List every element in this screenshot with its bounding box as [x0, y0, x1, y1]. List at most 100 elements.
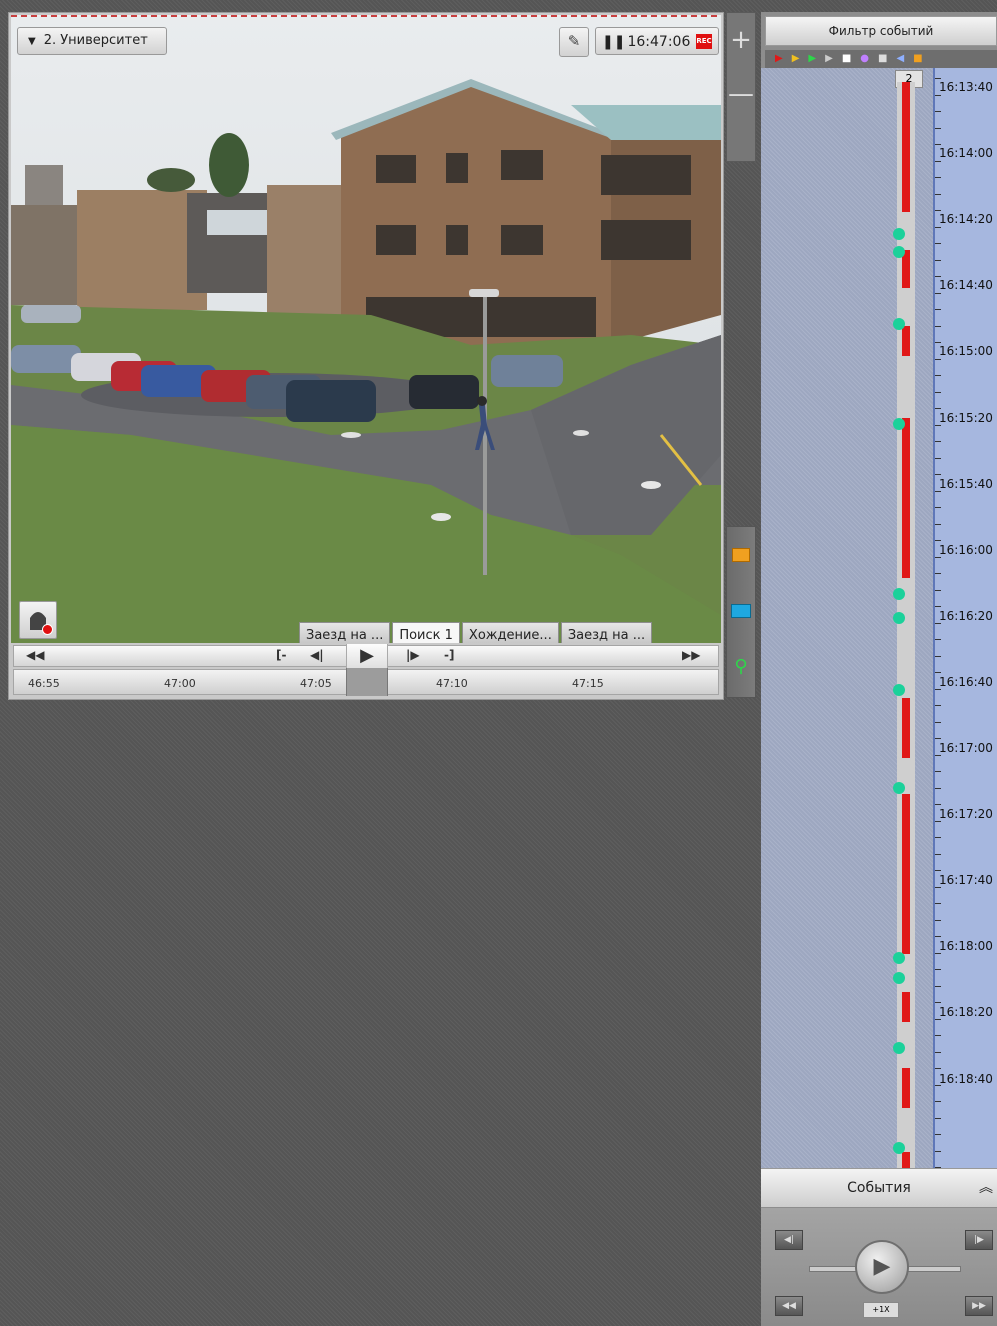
time-label: 16:18:20 [939, 1005, 993, 1020]
zoom-out-button[interactable]: — [727, 67, 755, 121]
time-tick [935, 325, 941, 327]
event-marker[interactable] [893, 612, 905, 624]
mark-end-button[interactable]: -] [444, 648, 454, 662]
time-tick [935, 721, 941, 723]
time-label: 16:14:20 [939, 212, 993, 227]
time-tick [935, 193, 941, 195]
tab-item[interactable]: Заезд на ... [560, 622, 653, 643]
recording-segment [902, 1152, 910, 1168]
recording-track[interactable] [893, 82, 915, 1168]
next-frame-button[interactable]: |▶ [406, 648, 420, 662]
prev-event-button[interactable]: ◀| [775, 1230, 803, 1250]
event-filter-icons: ▶▶▶▶■●■◀■ [765, 50, 997, 68]
time-label: 16:18:40 [939, 1071, 993, 1086]
time-tick [935, 127, 941, 129]
time-tick [935, 952, 941, 954]
time-tick [935, 903, 941, 904]
events-header[interactable]: События ︽ [761, 1168, 997, 1207]
time-tick [935, 424, 941, 426]
time-label: 16:14:00 [939, 146, 993, 161]
filter-user-icon[interactable]: ● [860, 53, 878, 64]
snapshot-button[interactable]: ✎ [559, 27, 589, 57]
time-tick [935, 1117, 941, 1119]
filter-orange-icon[interactable]: ■ [913, 53, 931, 64]
event-marker[interactable] [893, 1042, 905, 1054]
recording-segment [902, 82, 910, 212]
recording-segment [902, 1068, 910, 1108]
video-frame[interactable]: ▼ 2. Университет ✎ ❚❚ 16:47:06 REC Заезд н… [11, 15, 721, 643]
monitor-icon [732, 548, 750, 562]
time-cursor[interactable] [346, 668, 388, 696]
time-label: 16:17:40 [939, 873, 993, 888]
time-tick [935, 985, 941, 987]
event-marker[interactable] [893, 684, 905, 696]
filter-green-icon[interactable]: ▶ [808, 53, 825, 64]
time-tick [935, 226, 941, 228]
time-tick [935, 358, 941, 360]
search-tabs: Заезд на ... Поиск 1 Хождение... Заезд н… [299, 622, 654, 643]
rewind-event-button[interactable]: ◀◀ [775, 1296, 803, 1316]
filter-red-icon[interactable]: ▶ [775, 53, 792, 64]
time-tick [935, 606, 941, 607]
filter-audio-icon[interactable]: ◀ [896, 53, 913, 64]
events-timeline[interactable]: 2 16:13:40 16:14:00 16:14:20 16:14:40 16… [761, 68, 997, 1168]
filter-yellow-icon[interactable]: ▶ [792, 53, 809, 64]
time-tick [935, 391, 941, 393]
time-tick [935, 804, 941, 805]
filter-gray-icon[interactable]: ▶ [825, 53, 842, 64]
tab-item[interactable]: Заезд на ... [299, 622, 391, 643]
collapse-chevron-icon[interactable]: ︽ [979, 1169, 993, 1207]
filter-camera-icon[interactable]: ■ [878, 53, 896, 64]
event-marker[interactable] [893, 588, 905, 600]
event-marker[interactable] [893, 952, 905, 964]
playback-controls: ◀◀ [- ◀| ▶ |▶ -] ▶▶ [13, 644, 719, 670]
player-play-button[interactable]: ▶ [855, 1240, 909, 1294]
time-tick [935, 1134, 941, 1135]
monitor-button[interactable] [727, 527, 755, 583]
time-tick [935, 837, 941, 838]
zoom-in-button[interactable]: + [727, 13, 755, 67]
time-tick [935, 540, 941, 541]
time-tick [935, 639, 941, 640]
time-tick [935, 936, 941, 937]
clock-panel[interactable]: ❚❚ 16:47:06 REC [595, 27, 719, 55]
time-tick [935, 375, 941, 376]
filter-square-icon[interactable]: ■ [842, 53, 860, 64]
event-marker[interactable] [893, 1142, 905, 1154]
ffwd-event-button[interactable]: ▶▶ [965, 1296, 993, 1316]
time-tick [935, 210, 941, 211]
time-tick [935, 457, 941, 459]
time-tick [935, 94, 941, 96]
event-marker[interactable] [893, 318, 905, 330]
fast-forward-button[interactable]: ▶▶ [682, 648, 700, 662]
time-tick [935, 589, 941, 591]
tab-item-active[interactable]: Поиск 1 [392, 622, 460, 643]
camera-title-button[interactable]: ▼ 2. Университет [17, 27, 167, 55]
time-ruler[interactable]: 46:55 47:00 47:05 47:10 47:15 [13, 668, 719, 696]
time-tick [935, 474, 941, 475]
alarm-button[interactable] [19, 601, 57, 639]
prev-frame-button[interactable]: ◀| [310, 648, 324, 662]
next-event-button[interactable]: |▶ [965, 1230, 993, 1250]
time-label: 16:15:20 [939, 410, 993, 425]
event-marker[interactable] [893, 246, 905, 258]
time-label: 16:16:40 [939, 674, 993, 689]
event-marker[interactable] [893, 782, 905, 794]
search-button[interactable]: ⚲ [727, 639, 755, 695]
time-tick [935, 259, 941, 261]
recording-segment [902, 794, 910, 954]
play-button[interactable]: ▶ [346, 644, 388, 670]
keyboard-button[interactable] [727, 583, 755, 639]
tab-item[interactable]: Хождение... [461, 622, 559, 643]
events-filter-header[interactable]: Фильтр событий [765, 16, 997, 46]
time-label: 16:14:40 [939, 278, 993, 293]
event-marker[interactable] [893, 228, 905, 240]
time-label: 16:16:20 [939, 608, 993, 623]
event-marker[interactable] [893, 972, 905, 984]
event-marker[interactable] [893, 418, 905, 430]
events-player: ◀| |▶ ◀◀ ▶▶ ▶ +1X [761, 1208, 997, 1326]
camera-window[interactable]: ▼ 2. Университет ✎ ❚❚ 16:47:06 REC Заезд н… [8, 12, 724, 700]
mark-start-button[interactable]: [- [276, 648, 286, 662]
rewind-button[interactable]: ◀◀ [26, 648, 44, 662]
time-tick [935, 886, 941, 888]
